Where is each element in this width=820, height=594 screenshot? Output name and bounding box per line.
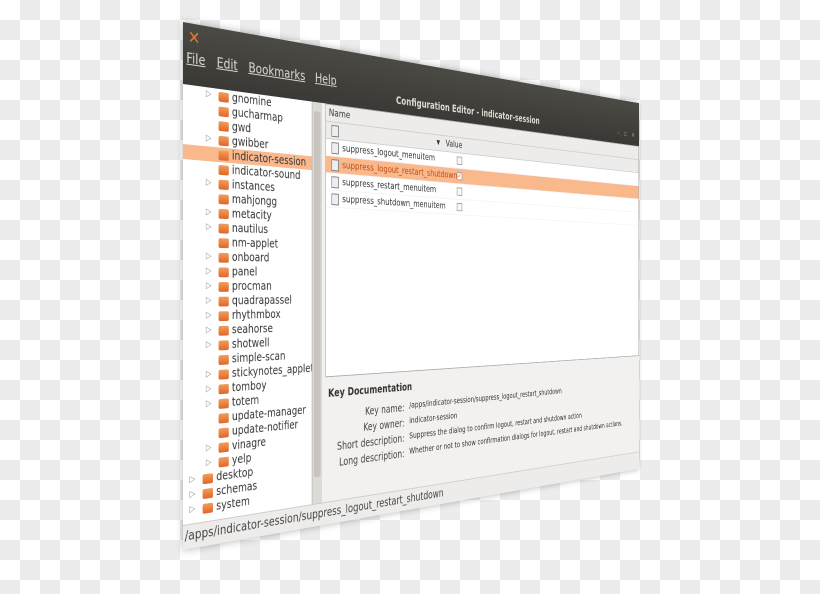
value-checkbox[interactable] <box>456 202 463 212</box>
tree-item-label: seahorse <box>231 321 273 337</box>
menu-edit[interactable]: Edit <box>217 55 238 74</box>
expander-icon[interactable]: ▷ <box>206 87 212 102</box>
expander-icon[interactable]: ▷ <box>206 176 212 191</box>
right-pane: Name ▼ Value suppress_logout_menuitem sup… <box>325 103 639 503</box>
tree-item-label: nautilus <box>231 221 269 237</box>
folder-icon <box>218 397 229 409</box>
tree-item[interactable]: ▷ procman <box>183 279 312 294</box>
folder-icon <box>218 368 229 380</box>
tree-scrollbar[interactable] <box>311 101 322 506</box>
folder-icon <box>218 296 229 307</box>
tree-item-label: instances <box>231 177 275 195</box>
expander-icon[interactable]: ▷ <box>206 205 212 220</box>
folder-icon <box>218 179 229 190</box>
folder-icon <box>218 383 229 394</box>
expander-icon[interactable]: ▷ <box>206 279 212 294</box>
expander-icon[interactable]: ▷ <box>190 487 196 503</box>
window-controls[interactable]: – ▫ × <box>618 129 637 139</box>
expander-icon[interactable]: ▷ <box>206 131 212 146</box>
tree-item-label: panel <box>231 264 258 279</box>
menu-bar: File Edit Bookmarks Help <box>186 51 336 89</box>
value-checkbox[interactable] <box>456 187 463 196</box>
folder-icon <box>218 310 229 321</box>
expander-icon[interactable]: ▷ <box>206 367 212 382</box>
folder-icon <box>218 456 229 468</box>
expander-icon[interactable]: ▷ <box>206 294 212 309</box>
folder-icon <box>218 164 229 176</box>
folder-icon <box>218 208 229 219</box>
folder-icon <box>218 91 229 103</box>
key-list[interactable]: Name ▼ Value suppress_logout_menuitem sup… <box>325 103 639 377</box>
folder-icon <box>218 105 229 117</box>
value-checkbox[interactable]: ✓ <box>456 171 463 181</box>
tree-item-label: procman <box>231 279 272 293</box>
tree-item-label: onboard <box>231 250 270 265</box>
scrollbar-thumb[interactable] <box>313 110 321 478</box>
value-cell <box>451 152 463 168</box>
folder-icon <box>218 441 229 453</box>
folder-icon <box>218 281 229 292</box>
expander-icon[interactable]: ▷ <box>206 338 212 353</box>
expander-icon[interactable]: ▷ <box>206 382 212 397</box>
folder-icon <box>218 427 229 438</box>
folder-icon <box>202 487 214 499</box>
menu-file[interactable]: File <box>186 51 205 70</box>
tree-item-label: totem <box>231 393 260 409</box>
menu-help[interactable]: Help <box>315 71 337 89</box>
folder-icon <box>218 149 229 161</box>
column-header-value[interactable]: Value <box>440 136 463 153</box>
tree-item-label: tomboy <box>231 378 267 395</box>
folder-icon <box>202 472 214 484</box>
folder-icon <box>218 266 229 277</box>
expander-icon[interactable]: ▷ <box>206 220 212 235</box>
directory-tree[interactable]: ▷ gnomine gucharmap gwd ▷ gwibber indicator-se… <box>183 84 314 526</box>
configuration-editor-window: ✕ File Edit Bookmarks Help Configuration… <box>183 22 639 550</box>
tree-item-label: metacity <box>231 206 272 223</box>
tree-item-label: shotwell <box>231 335 270 351</box>
menu-bookmarks[interactable]: Bookmarks <box>248 60 305 84</box>
tree-item-label: nm-applet <box>231 235 279 251</box>
expander-icon[interactable]: ▷ <box>206 264 212 279</box>
tree-item-label: yelp <box>231 451 252 467</box>
expander-icon[interactable]: ▷ <box>206 397 212 412</box>
folder-icon <box>218 237 229 248</box>
folder-icon <box>218 252 229 263</box>
tools-icon: ✕ <box>187 26 201 50</box>
folder-icon <box>218 135 229 146</box>
value-cell <box>451 184 463 200</box>
folder-icon <box>218 193 229 205</box>
expander-icon[interactable]: ▷ <box>206 441 212 456</box>
value-checkbox[interactable] <box>456 156 463 166</box>
expander-icon[interactable]: ▷ <box>206 323 212 338</box>
folder-icon <box>218 120 229 132</box>
tree-item[interactable]: ▷ panel <box>183 264 312 280</box>
expander-icon[interactable]: ▷ <box>190 472 196 488</box>
expander-icon[interactable]: ▷ <box>206 309 212 324</box>
tree-item-label: gwd <box>231 119 252 136</box>
tree-item-label: mahjongg <box>231 192 278 209</box>
folder-icon <box>218 223 229 234</box>
value-cell <box>451 199 463 214</box>
folder-icon <box>218 354 229 365</box>
tree-item-label: quadrapassel <box>231 293 292 308</box>
expander-icon[interactable]: ▷ <box>206 250 212 265</box>
folder-icon <box>218 412 229 424</box>
folder-icon <box>218 339 229 350</box>
folder-icon <box>218 325 229 336</box>
tree-item-label: rhythmbox <box>231 307 281 322</box>
expander-icon[interactable]: ▷ <box>190 502 196 518</box>
folder-icon <box>202 502 214 514</box>
expander-icon[interactable]: ▷ <box>206 456 212 471</box>
sort-arrow-icon[interactable]: ▼ <box>436 135 439 150</box>
